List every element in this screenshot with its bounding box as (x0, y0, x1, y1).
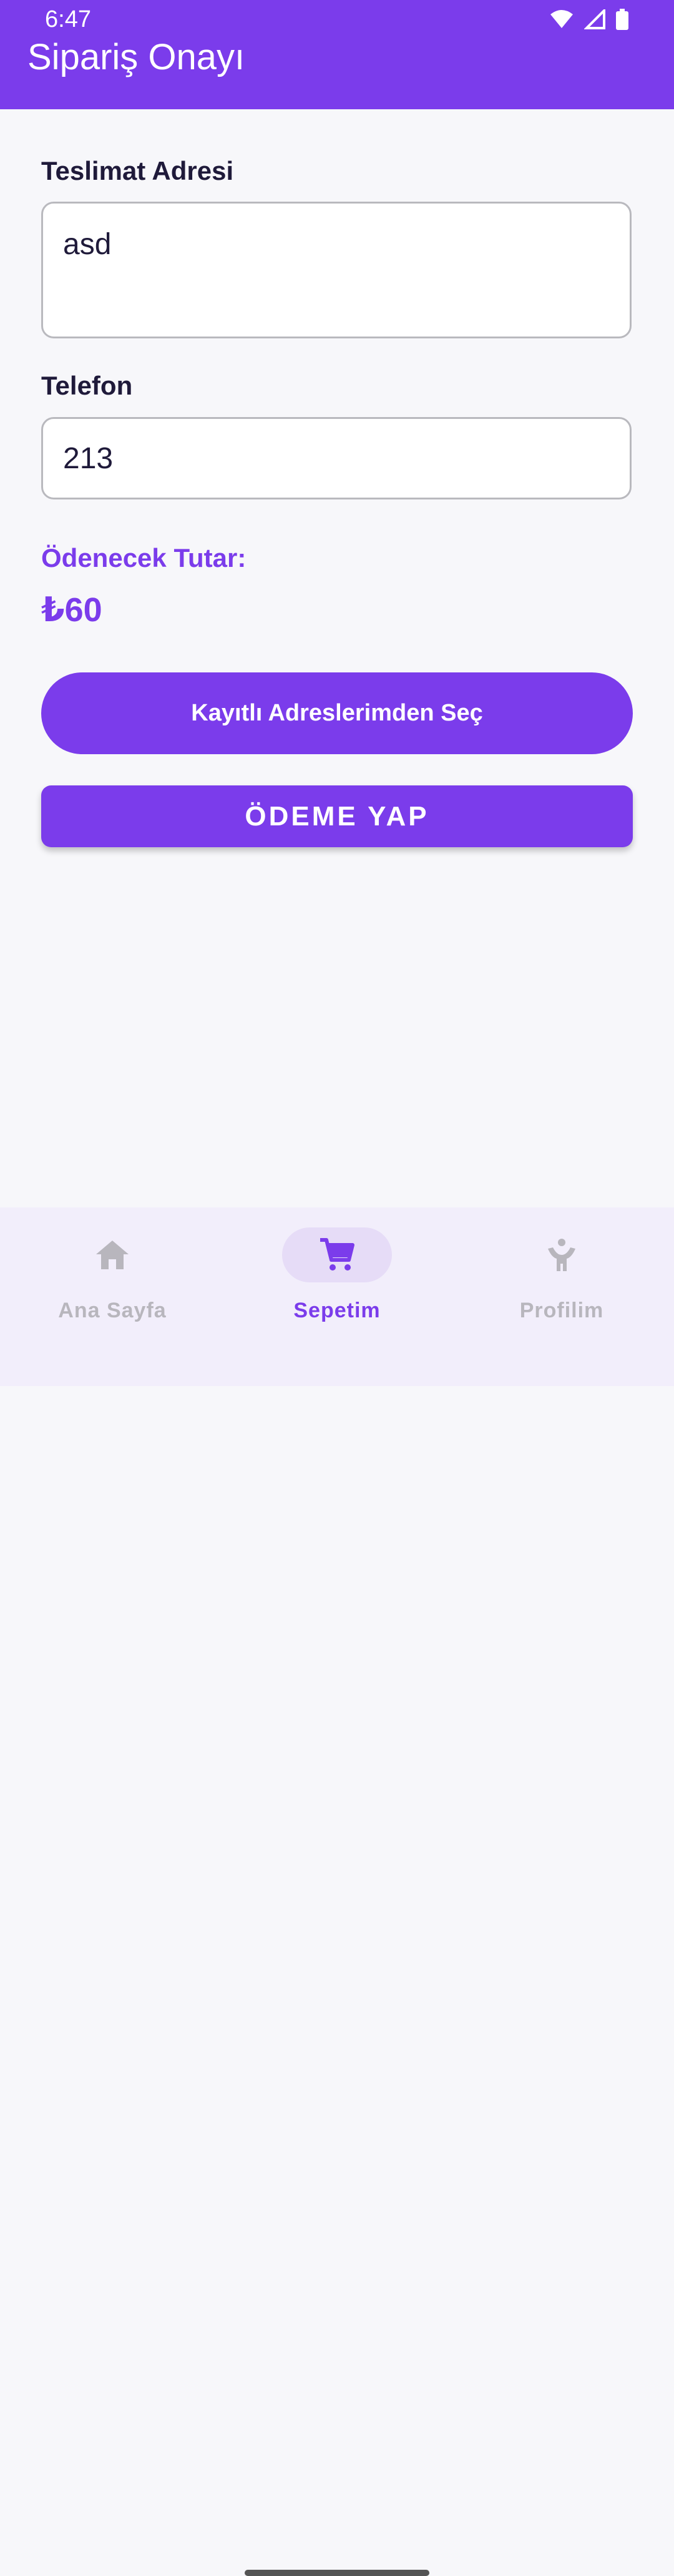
page-title: Sipariş Onayı (27, 37, 245, 77)
home-icon (96, 1241, 129, 1269)
bottom-nav: Ana Sayfa Sepetim Profilim (0, 1207, 674, 2576)
nav-icon-wrap (507, 1227, 617, 1282)
saved-addresses-label: Kayıtlı Adreslerimden Seç (191, 700, 483, 726)
cart-icon (320, 1238, 354, 1271)
wifi-icon (550, 10, 573, 28)
nav-item-home[interactable]: Ana Sayfa (0, 1207, 225, 1345)
nav-icon-wrap (57, 1227, 167, 1282)
signal-icon (584, 9, 605, 29)
status-icons (549, 9, 629, 30)
app-bar: 6:47 Sipariş Onayı (0, 0, 674, 109)
nav-label-profile: Profilim (519, 1299, 604, 1322)
phone-field[interactable]: 213 (41, 417, 632, 499)
status-time: 6:47 (45, 6, 91, 32)
nav-icon-wrap (282, 1227, 392, 1282)
saved-addresses-button[interactable]: Kayıtlı Adreslerimden Seç (41, 672, 633, 754)
person-icon (548, 1239, 575, 1271)
nav-label-cart: Sepetim (293, 1299, 381, 1322)
phone-label: Telefon (41, 371, 133, 400)
address-field[interactable]: asd (41, 202, 632, 338)
nav-item-cart[interactable]: Sepetim (225, 1207, 449, 1345)
amount-value: ₺60 (41, 591, 102, 629)
battery-icon (616, 9, 628, 30)
address-label: Teslimat Adresi (41, 156, 234, 185)
nav-item-profile[interactable]: Profilim (449, 1207, 674, 1345)
pay-button[interactable]: ÖDEME YAP (41, 785, 633, 847)
amount-label: Ödenecek Tutar: (41, 543, 247, 573)
nav-label-home: Ana Sayfa (58, 1299, 167, 1322)
home-indicator[interactable] (245, 2570, 429, 2576)
pay-label: ÖDEME YAP (245, 800, 429, 832)
address-value: asd (63, 228, 112, 261)
phone-value: 213 (63, 441, 114, 475)
